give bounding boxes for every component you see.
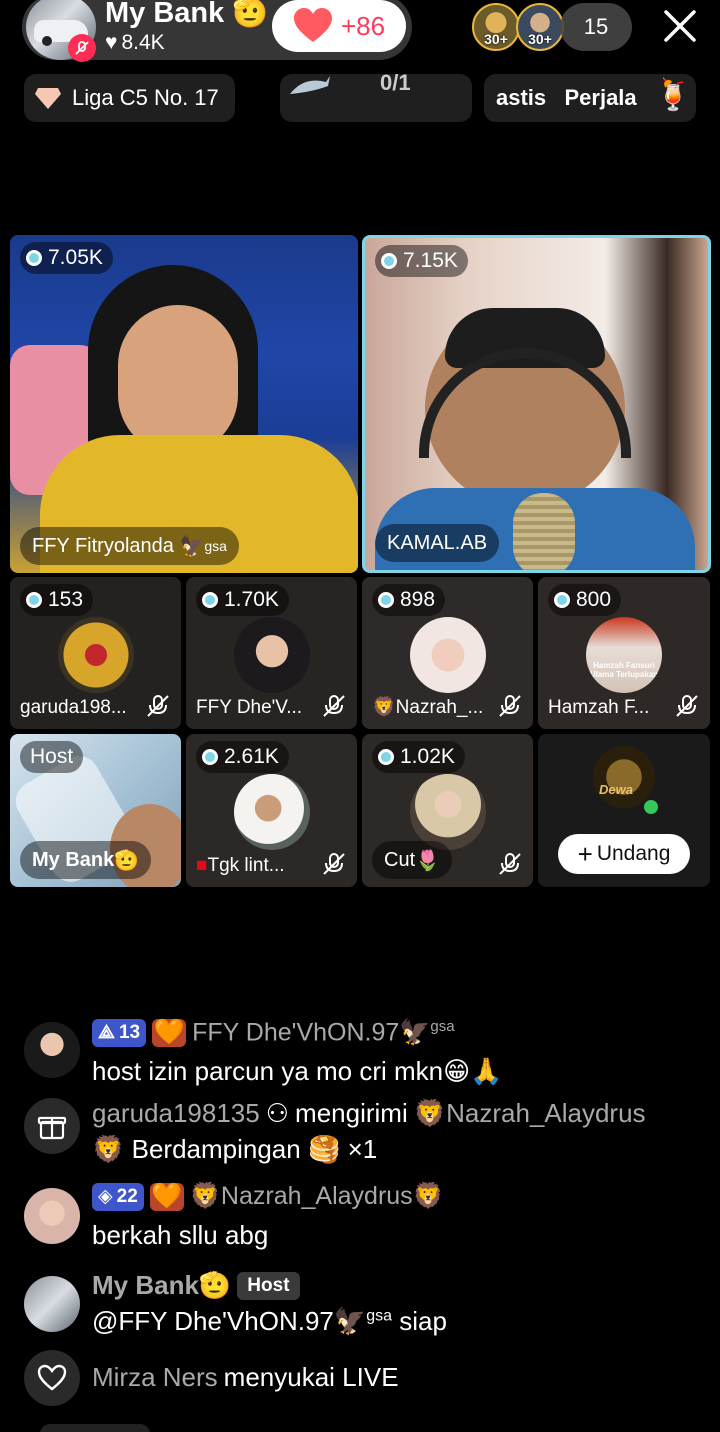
guest-avatar [409, 617, 486, 693]
guest-tile[interactable]: 2.61K ■Tgk lint... [186, 734, 357, 887]
viewer-count[interactable]: 15 [560, 3, 632, 51]
guest-tile[interactable]: 1.70K FFY Dhe'V... [186, 577, 357, 729]
score-badge: 1.70K [196, 584, 289, 616]
gift-icon: 🍹 [654, 79, 692, 112]
host-tag: Host [237, 1271, 300, 1300]
guest-avatar: Hamzah Fansuri Ulama Terlupakan [586, 617, 662, 693]
chat-text: host izin parcun ya mo cri mkn😁🙏 [92, 1056, 503, 1086]
guest-name: garuda198... [20, 697, 127, 718]
gem-icon [381, 253, 397, 269]
chat-username: My Bank🫡 [92, 1270, 232, 1300]
guest-name: FFY Dhe'V... [196, 697, 303, 718]
goal-progress[interactable]: 0/1 [280, 70, 472, 122]
level-badge: ◈ 22 [92, 1182, 144, 1211]
mic-off-icon [323, 853, 345, 875]
guest-tile-active[interactable]: 7.15K KAMAL.AB [362, 235, 711, 573]
chat-text: @FFY Dhe'VhON.97🦅gsa siap [92, 1306, 447, 1336]
user-avatar [24, 1188, 80, 1244]
guest-avatar [233, 617, 310, 693]
chat-message[interactable]: ◈ 22 🧡 🦁Nazrah_Alaydrus🦁 berkah sllu abg [24, 1182, 704, 1252]
comment-input[interactable] [40, 1424, 150, 1432]
chat-message[interactable]: ⟁ 13 🧡 FFY Dhe'VhON.97🦅gsa host izin parc… [24, 1018, 704, 1088]
guest-avatar [409, 774, 486, 850]
mic-off-icon [323, 695, 345, 717]
chat-username: FFY Dhe'VhON.97🦅gsa [192, 1018, 455, 1047]
shark-icon [290, 76, 330, 94]
invite-button[interactable]: + Undang [558, 834, 690, 874]
score-badge: 1.02K [372, 741, 465, 773]
gift-message[interactable]: garuda198135 ⚇ mengirimi 🦁Nazrah_Alaydru… [24, 1098, 704, 1174]
guest-name: Cut 🌷 [372, 841, 453, 879]
mic-off-icon [147, 695, 169, 717]
league-badge[interactable]: Liga C5 No. 17 [24, 74, 235, 122]
chat-username: 🦁Nazrah_Alaydrus🦁 [189, 1182, 444, 1210]
guest-tile[interactable]: 7.05K FFY Fitryolanda 🦅 gsa [10, 235, 358, 573]
user-avatar [24, 1022, 80, 1078]
heart-outline-icon [24, 1350, 80, 1406]
mic-off-icon [676, 695, 698, 717]
invite-tile[interactable]: Dewa + Undang [538, 734, 710, 887]
score-badge: 7.15K [375, 245, 468, 277]
gem-icon [26, 250, 42, 266]
top-viewer-avatar[interactable]: 30+ [472, 3, 520, 51]
mic-off-icon [499, 853, 521, 875]
host-name: My Bank 🫡 [105, 0, 269, 29]
score-badge: 2.61K [196, 741, 289, 773]
guest-name: FFY Fitryolanda 🦅 gsa [20, 527, 239, 565]
score-badge: 898 [372, 584, 446, 616]
heart-icon: ♥ [105, 31, 118, 54]
guest-name: ■Tgk lint... [196, 855, 285, 876]
mic-off-icon [499, 695, 521, 717]
guest-avatar [233, 774, 310, 850]
score-badge: 7.05K [20, 242, 113, 274]
guest-tile[interactable]: 898 🦁Nazrah_... [362, 577, 533, 729]
guest-name: KAMAL.AB [375, 524, 500, 562]
like-button[interactable]: +86 [272, 0, 406, 52]
top-viewer-avatar[interactable]: 30+ [516, 3, 564, 51]
score-badge: 800 [548, 584, 622, 616]
level-badge: ⟁ 13 [92, 1018, 147, 1047]
guest-name: 🦁Nazrah_... [372, 697, 484, 718]
event-banner[interactable]: astis Perjala 🍹 [484, 74, 696, 122]
host-tag: Host [20, 741, 84, 773]
chat-message[interactable]: My Bank🫡 Host @FFY Dhe'VhON.97🦅gsa siap [24, 1270, 704, 1340]
online-dot [644, 800, 658, 814]
chat-text: berkah sllu abg [92, 1220, 269, 1250]
host-likes: ♥ 8.4K [105, 31, 165, 54]
heart-badge-icon: 🧡 [152, 1018, 187, 1047]
heart-icon [293, 8, 332, 42]
host-tile[interactable]: Host My Bank 🫡 [10, 734, 181, 887]
guest-tile[interactable]: Hamzah Fansuri Ulama Terlupakan 800 Hamz… [538, 577, 710, 729]
guest-name: My Bank 🫡 [20, 841, 152, 879]
close-icon[interactable] [660, 6, 700, 46]
user-avatar [24, 1276, 80, 1332]
guest-tile[interactable]: 153 garuda198... [10, 577, 181, 729]
guest-avatar [57, 617, 134, 693]
diamond-icon [35, 88, 61, 109]
gift-icon [24, 1098, 80, 1154]
mic-muted-icon [68, 34, 96, 62]
plus-icon: + [577, 839, 593, 869]
guest-tile[interactable]: 1.02K Cut 🌷 [362, 734, 533, 887]
dewa-logo: Dewa [593, 746, 655, 808]
heart-badge-icon: 🧡 [149, 1182, 184, 1211]
like-notification: Mirza Ners menyukai LIVE [24, 1350, 704, 1408]
like-delta: +86 [340, 10, 386, 41]
score-badge: 153 [20, 584, 94, 616]
guest-name: Hamzah F... [548, 697, 650, 718]
